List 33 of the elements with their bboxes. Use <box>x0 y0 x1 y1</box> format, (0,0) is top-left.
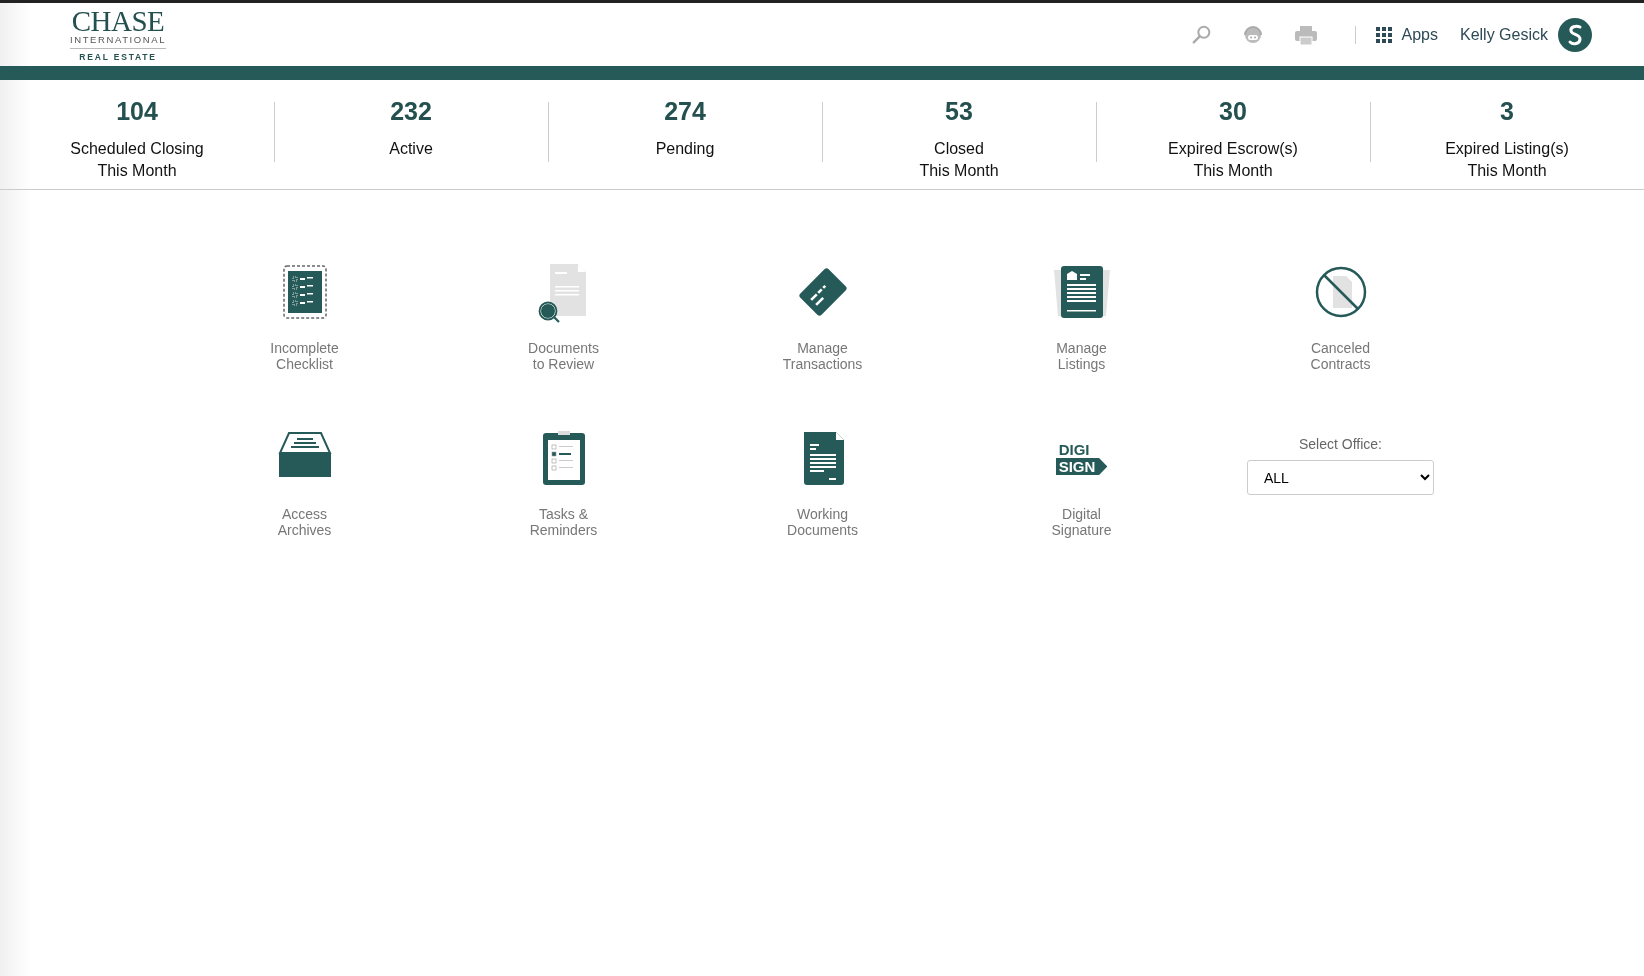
search-icon[interactable] <box>1190 23 1213 46</box>
stat-count[interactable]: 30 <box>1219 94 1247 128</box>
stat-count[interactable]: 53 <box>945 94 973 128</box>
stat-count[interactable]: 274 <box>664 94 706 128</box>
user-name-link[interactable]: Kelly Gesick <box>1459 25 1548 44</box>
apps-link[interactable]: Apps <box>1375 25 1438 44</box>
tile-link[interactable]: Incomplete Checklist <box>175 260 434 372</box>
tile-link[interactable]: Canceled Contracts <box>1211 260 1470 372</box>
stat-count[interactable]: 104 <box>116 94 158 128</box>
logo-subtitle: INTERNATIONAL <box>70 33 167 49</box>
tile-link[interactable]: Working Documents <box>693 426 952 538</box>
stat-label: Active <box>389 139 433 159</box>
tile-link[interactable]: Documents to Review <box>434 260 693 372</box>
stat-count[interactable]: 3 <box>1500 94 1514 128</box>
stat-label: Scheduled Closing This Month <box>70 139 204 181</box>
tile-link[interactable]: DIGI SIGN Digital Signature <box>952 426 1211 538</box>
stat-label: Pending <box>655 139 715 159</box>
tile-link[interactable]: Tasks & Reminders <box>434 426 693 538</box>
avatar-icon[interactable] <box>1558 17 1592 52</box>
tile-link[interactable]: Manage Listings <box>952 260 1211 372</box>
company-logo[interactable]: CHASE INTERNATIONAL REAL ESTATE <box>70 7 167 62</box>
tile-link[interactable]: Manage Transactions <box>693 260 952 372</box>
stat-label: Closed This Month <box>919 139 999 181</box>
tile-link[interactable]: Access Archives <box>175 426 434 538</box>
office-dropdown[interactable]: ALL <box>1247 460 1434 495</box>
logo-wordmark: CHASE <box>71 7 165 34</box>
stat-label: Expired Listing(s) This Month <box>1445 139 1569 181</box>
select-label: Select Office: <box>1299 436 1382 452</box>
logo-tagline: REAL ESTATE <box>79 51 157 62</box>
listing-sheet-icon <box>1051 264 1112 320</box>
grid-icon <box>1375 26 1392 43</box>
stat-count[interactable]: 232 <box>390 94 432 128</box>
stat-label: Expired Escrow(s) This Month <box>1168 139 1298 181</box>
